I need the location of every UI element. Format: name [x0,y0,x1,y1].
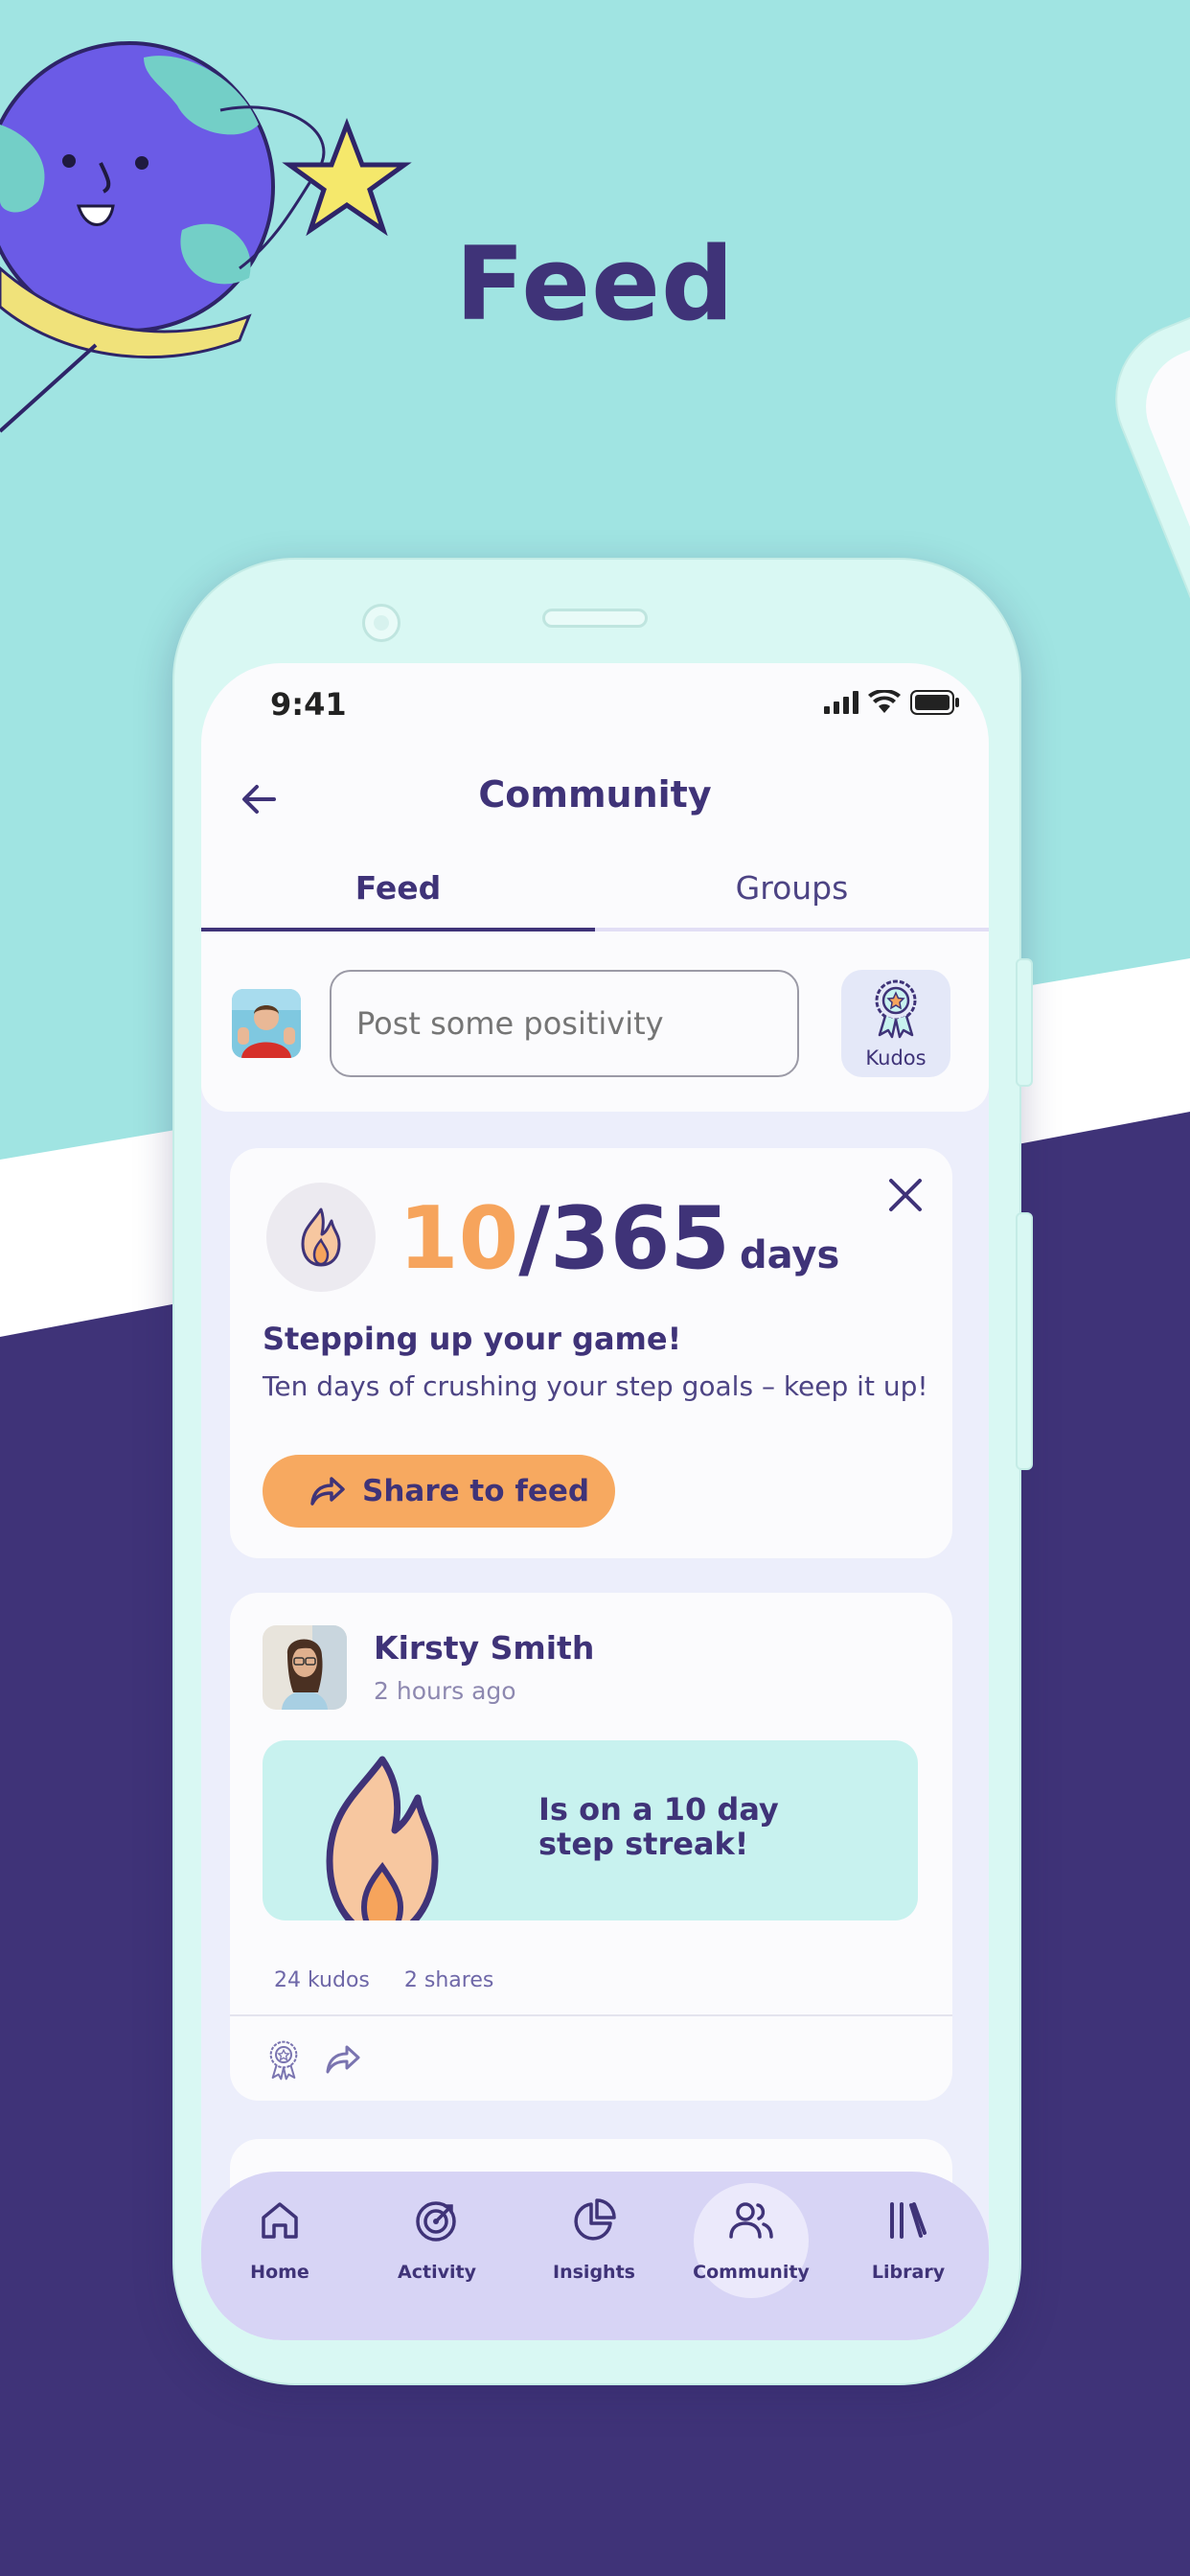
nav-item-library[interactable]: Library [830,2172,987,2340]
status-time: 9:41 [270,686,347,723]
kudos-count[interactable]: 24 kudos [274,1968,370,1992]
phone-camera [362,604,400,642]
divider [230,2014,952,2016]
post-message: Is on a 10 day step streak! [538,1791,779,1862]
signal-icon [824,691,858,714]
post-stats: 24 kudos 2 shares [274,1968,528,1992]
users-icon [729,2202,773,2239]
phone-speaker [542,609,648,628]
shares-count[interactable]: 2 shares [404,1968,493,1992]
streak-card: 10/365 days Stepping up your game! Ten da… [230,1148,952,1558]
streak-title: Stepping up your game! [263,1321,682,1357]
wifi-icon [868,690,901,713]
streak-unit: days [740,1233,840,1277]
close-icon[interactable] [883,1173,927,1217]
nav-item-insights[interactable]: Insights [515,2172,673,2340]
battery-icon [910,690,959,715]
phone-side-button [1016,958,1033,1087]
bottom-nav: Home Activity Insights Community Library [201,2172,989,2340]
tab-underline-active [201,928,595,932]
avatar[interactable] [263,1625,347,1710]
post-input[interactable] [330,970,799,1077]
phone-side-button [1016,1212,1033,1470]
ribbon-award-icon[interactable] [266,2039,301,2082]
post-author[interactable]: Kirsty Smith [374,1629,594,1667]
streak-current: 10 [399,1188,519,1289]
page-title: Community [478,773,712,816]
nav-label-insights: Insights [553,2262,635,2283]
flame-icon [326,1756,439,1920]
share-arrow-icon[interactable] [324,2043,362,2076]
streak-counter: 10/365 days [399,1188,839,1289]
nav-label-library: Library [871,2262,946,2283]
nav-item-community[interactable]: Community [673,2172,830,2340]
avatar[interactable] [232,989,301,1058]
pie-chart-icon [574,2198,616,2241]
post-banner: Is on a 10 day step streak! [263,1740,918,1920]
share-to-feed-label: Share to feed [362,1474,590,1508]
kudos-button[interactable]: Kudos [841,970,950,1077]
post-time: 2 hours ago [374,1677,516,1705]
share-arrow-icon [310,1477,345,1506]
tab-groups[interactable]: Groups [595,869,989,907]
nav-item-activity[interactable]: Activity [358,2172,515,2340]
app-screen: 9:41 Community Feed Groups Kudos 10/365d… [201,663,989,2340]
nav-label-activity: Activity [398,2262,476,2283]
top-area: 9:41 Community Feed Groups Kudos [201,663,989,1112]
nav-label-home: Home [250,2262,309,2283]
tab-underline-inactive [595,928,989,932]
target-icon [416,2201,456,2242]
kudos-label: Kudos [865,1046,927,1070]
post-card: Kirsty Smith 2 hours ago Is on a 10 day … [230,1593,952,2101]
ribbon-award-icon [875,979,917,1039]
library-icon [890,2202,927,2239]
home-icon [262,2202,298,2239]
page-headline: Feed [455,225,735,343]
nav-item-home[interactable]: Home [201,2172,358,2340]
tab-feed[interactable]: Feed [201,869,595,907]
status-icons [824,690,960,715]
nav-label-community: Community [693,2262,810,2283]
streak-description: Ten days of crushing your step goals – k… [263,1370,928,1402]
share-to-feed-button[interactable]: Share to feed [263,1455,615,1528]
flame-icon [266,1183,376,1292]
streak-total: /365 [518,1188,730,1289]
